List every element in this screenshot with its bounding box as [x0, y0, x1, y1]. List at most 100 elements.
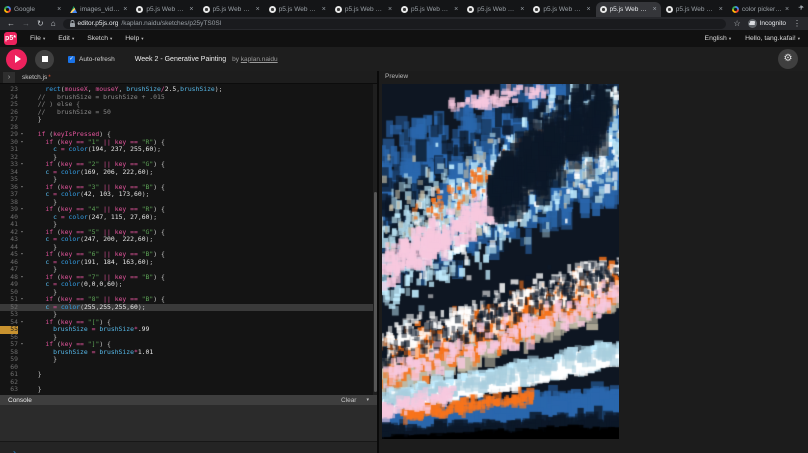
code-line: 63 } — [0, 386, 377, 394]
tab-close-icon[interactable]: × — [586, 6, 590, 13]
browser-tab[interactable]: p5.js Web Editor× — [132, 2, 197, 17]
tab-title: p5.js Web Editor — [345, 6, 385, 13]
back-icon[interactable]: ← — [7, 20, 15, 28]
console-label: Console — [8, 397, 32, 404]
fold-arrow-icon: ▾ — [18, 319, 26, 327]
tab-close-icon[interactable]: × — [322, 6, 326, 13]
fold-spacer — [18, 124, 26, 132]
account-dropdown[interactable]: Hello, tang.kafai!▾ — [745, 35, 800, 42]
console-output — [0, 405, 377, 441]
fold-spacer — [18, 191, 26, 199]
url-path: /kaplan.naidu/sketches/p25yTS0Sl — [121, 20, 221, 27]
menu-label: Edit — [58, 35, 70, 42]
code-editor-pane: › sketch.js* 23 rect(mouseX, mouseY, bru… — [0, 71, 377, 453]
chevron-down-icon: ▾ — [72, 36, 74, 41]
browser-tab[interactable]: p5.js Web Editor× — [596, 2, 661, 17]
browser-tab[interactable]: p5.js Web Editor× — [199, 2, 264, 17]
fold-spacer — [18, 109, 26, 117]
fold-spacer — [18, 214, 26, 222]
home-icon[interactable]: ⌂ — [51, 20, 56, 28]
author-link[interactable]: kaplan.naidu — [241, 56, 278, 63]
tab-close-icon[interactable]: × — [520, 6, 524, 13]
fold-arrow-icon: ▾ — [18, 251, 26, 259]
language-dropdown[interactable]: English▾ — [705, 35, 732, 42]
fold-spacer — [18, 176, 26, 184]
browser-tab[interactable]: p5.js Web Editor× — [265, 2, 330, 17]
tab-close-icon[interactable]: × — [57, 6, 61, 13]
tab-close-icon[interactable]: × — [454, 6, 458, 13]
fold-spacer — [18, 259, 26, 267]
unsaved-indicator: * — [48, 74, 51, 81]
editor-toolbar: ✓ Auto-refresh Week 2 - Generative Paint… — [0, 47, 808, 71]
menu-help[interactable]: Help▾ — [125, 35, 143, 42]
fold-spacer — [18, 266, 26, 274]
browser-tab[interactable]: p5.js Web Editor× — [529, 2, 594, 17]
code-line: 62 — [0, 379, 377, 387]
p5-favicon-icon — [467, 6, 474, 13]
p5-favicon-icon — [335, 6, 342, 13]
fold-arrow-icon: ▾ — [18, 161, 26, 169]
tab-close-icon[interactable]: × — [719, 6, 723, 13]
code-text: } — [26, 116, 42, 124]
tab-search-chevron-icon[interactable]: ▾ — [800, 4, 803, 11]
browser-tab[interactable]: images_videos× — [66, 2, 131, 17]
tab-close-icon[interactable]: × — [388, 6, 392, 13]
chevron-down-icon: ▾ — [43, 36, 45, 41]
browser-tab[interactable]: Google× — [0, 2, 65, 17]
code-text: } — [26, 386, 42, 394]
preview-pane: Preview — [379, 71, 808, 453]
menu-sketch[interactable]: Sketch▾ — [87, 35, 112, 42]
browser-menu-icon[interactable]: ⋮ — [793, 20, 801, 28]
browser-tab[interactable]: p5.js Web Editor× — [463, 2, 528, 17]
tab-close-icon[interactable]: × — [256, 6, 260, 13]
sidebar-collapse-button[interactable]: › — [3, 72, 15, 83]
fold-spacer — [18, 116, 26, 124]
p5-favicon-icon — [600, 6, 607, 13]
settings-gear-button[interactable]: ⚙ — [778, 49, 798, 69]
tab-close-icon[interactable]: × — [123, 6, 127, 13]
code-line: 61 } — [0, 371, 377, 379]
console-clear-button[interactable]: Clear — [341, 397, 357, 404]
auto-refresh-checkbox[interactable]: ✓ — [68, 56, 75, 63]
menu-label: Help — [125, 35, 139, 42]
tab-close-icon[interactable]: × — [653, 6, 657, 13]
fold-spacer — [18, 281, 26, 289]
fold-spacer — [18, 356, 26, 364]
reload-icon[interactable]: ↻ — [37, 20, 44, 28]
menu-edit[interactable]: Edit▾ — [58, 35, 74, 42]
bookmark-star-icon[interactable]: ☆ — [733, 20, 740, 28]
incognito-icon — [748, 19, 757, 28]
stop-icon — [42, 56, 48, 62]
browser-toolbar: ← → ↻ ⌂ editor.p5js.org/kaplan.naidu/ske… — [0, 17, 808, 30]
browser-tab[interactable]: p5.js Web Editor× — [331, 2, 396, 17]
fold-arrow-icon: ▾ — [18, 131, 26, 139]
browser-tab[interactable]: color picker - G× — [728, 2, 793, 17]
menu-file[interactable]: File▾ — [30, 35, 45, 42]
code-line: 26 // brushSize = 50 — [0, 109, 377, 117]
incognito-badge: Incognito — [748, 19, 786, 28]
file-tab-sketch-js[interactable]: sketch.js* — [22, 74, 51, 81]
tab-title: images_videos — [80, 6, 120, 13]
fold-spacer — [18, 311, 26, 319]
console-collapse-chevron-icon[interactable]: ▾ — [366, 397, 369, 403]
console-input-row[interactable]: › — [0, 441, 377, 453]
sketch-canvas[interactable] — [382, 84, 619, 439]
forward-icon[interactable]: → — [22, 20, 30, 28]
tab-title: p5.js Web Editor — [279, 6, 319, 13]
tab-close-icon[interactable]: × — [785, 6, 789, 13]
browser-tab[interactable]: p5.js Web Editor× — [397, 2, 462, 17]
play-button[interactable] — [6, 49, 27, 70]
browser-tab[interactable]: p5.js Web Editor× — [662, 2, 727, 17]
code-line: 27 } — [0, 116, 377, 124]
menu-label: File — [30, 35, 41, 42]
console-prompt-icon: › — [0, 448, 17, 453]
tab-title: p5.js Web Editor — [610, 6, 650, 13]
fold-spacer — [18, 236, 26, 244]
stop-button[interactable] — [35, 50, 54, 69]
address-bar[interactable]: editor.p5js.org/kaplan.naidu/sketches/p2… — [63, 19, 727, 29]
fold-spacer — [18, 304, 26, 312]
sketch-byline: by kaplan.naidu — [232, 56, 278, 63]
p5-logo[interactable]: p5* — [4, 32, 17, 45]
code-editor[interactable]: 23 rect(mouseX, mouseY, brushSize/2.5,br… — [0, 84, 377, 395]
tab-close-icon[interactable]: × — [189, 6, 193, 13]
